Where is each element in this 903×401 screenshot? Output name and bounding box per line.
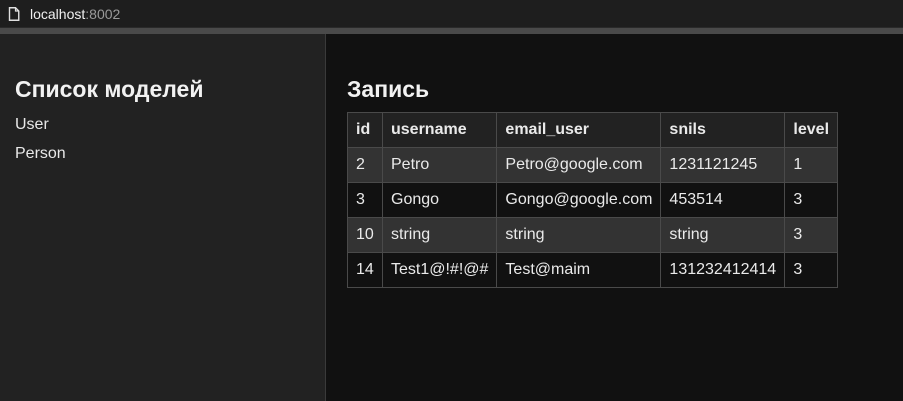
cell-snils: 1231121245 (660, 147, 786, 183)
records-table: id username email_user snils level 2 Pet… (347, 112, 839, 288)
cell-id: 3 (347, 182, 383, 218)
column-header-level: level (784, 112, 839, 148)
sidebar-item-user[interactable]: User (15, 110, 66, 139)
table-row: 10 string string string 3 (347, 217, 839, 253)
column-header-id: id (347, 112, 383, 148)
cell-level: 3 (784, 252, 839, 288)
cell-snils: 453514 (660, 182, 786, 218)
cell-username: Gongo (381, 182, 498, 218)
column-header-email-user: email_user (496, 112, 662, 148)
url-port: :8002 (85, 5, 121, 22)
url-host: localhost (30, 5, 86, 22)
cell-id: 2 (347, 147, 383, 183)
cell-level: 1 (784, 147, 839, 183)
table-row: 3 Gongo Gongo@google.com 453514 3 (347, 182, 839, 218)
sidebar-title: Список моделей (15, 76, 204, 102)
table-row: 14 Test1@!#!@# Test@maim 131232412414 3 (347, 252, 839, 288)
page-title: Запись (347, 76, 430, 102)
cell-id: 10 (347, 217, 383, 253)
main-content: Запись id username email_user snils leve… (327, 34, 903, 401)
cell-email-user: Gongo@google.com (496, 182, 662, 218)
cell-username: Test1@!#!@# (381, 252, 498, 288)
table-row: 2 Petro Petro@google.com 1231121245 1 (347, 147, 839, 183)
sidebar: Список моделей User Person (0, 34, 326, 401)
sidebar-item-person[interactable]: Person (15, 139, 66, 168)
cell-email-user: Petro@google.com (496, 147, 662, 183)
cell-email-user: Test@maim (496, 252, 662, 288)
model-list: User Person (15, 110, 66, 168)
address-bar[interactable]: localhost :8002 (0, 0, 903, 28)
table-header-row: id username email_user snils level (347, 112, 839, 148)
cell-id: 14 (347, 252, 383, 288)
cell-level: 3 (784, 217, 839, 253)
column-header-snils: snils (660, 112, 786, 148)
cell-username: Petro (381, 147, 498, 183)
cell-level: 3 (784, 182, 839, 218)
cell-snils: string (660, 217, 786, 253)
column-header-username: username (381, 112, 498, 148)
cell-snils: 131232412414 (660, 252, 786, 288)
cell-username: string (381, 217, 498, 253)
cell-email-user: string (496, 217, 662, 253)
document-icon (6, 6, 22, 22)
